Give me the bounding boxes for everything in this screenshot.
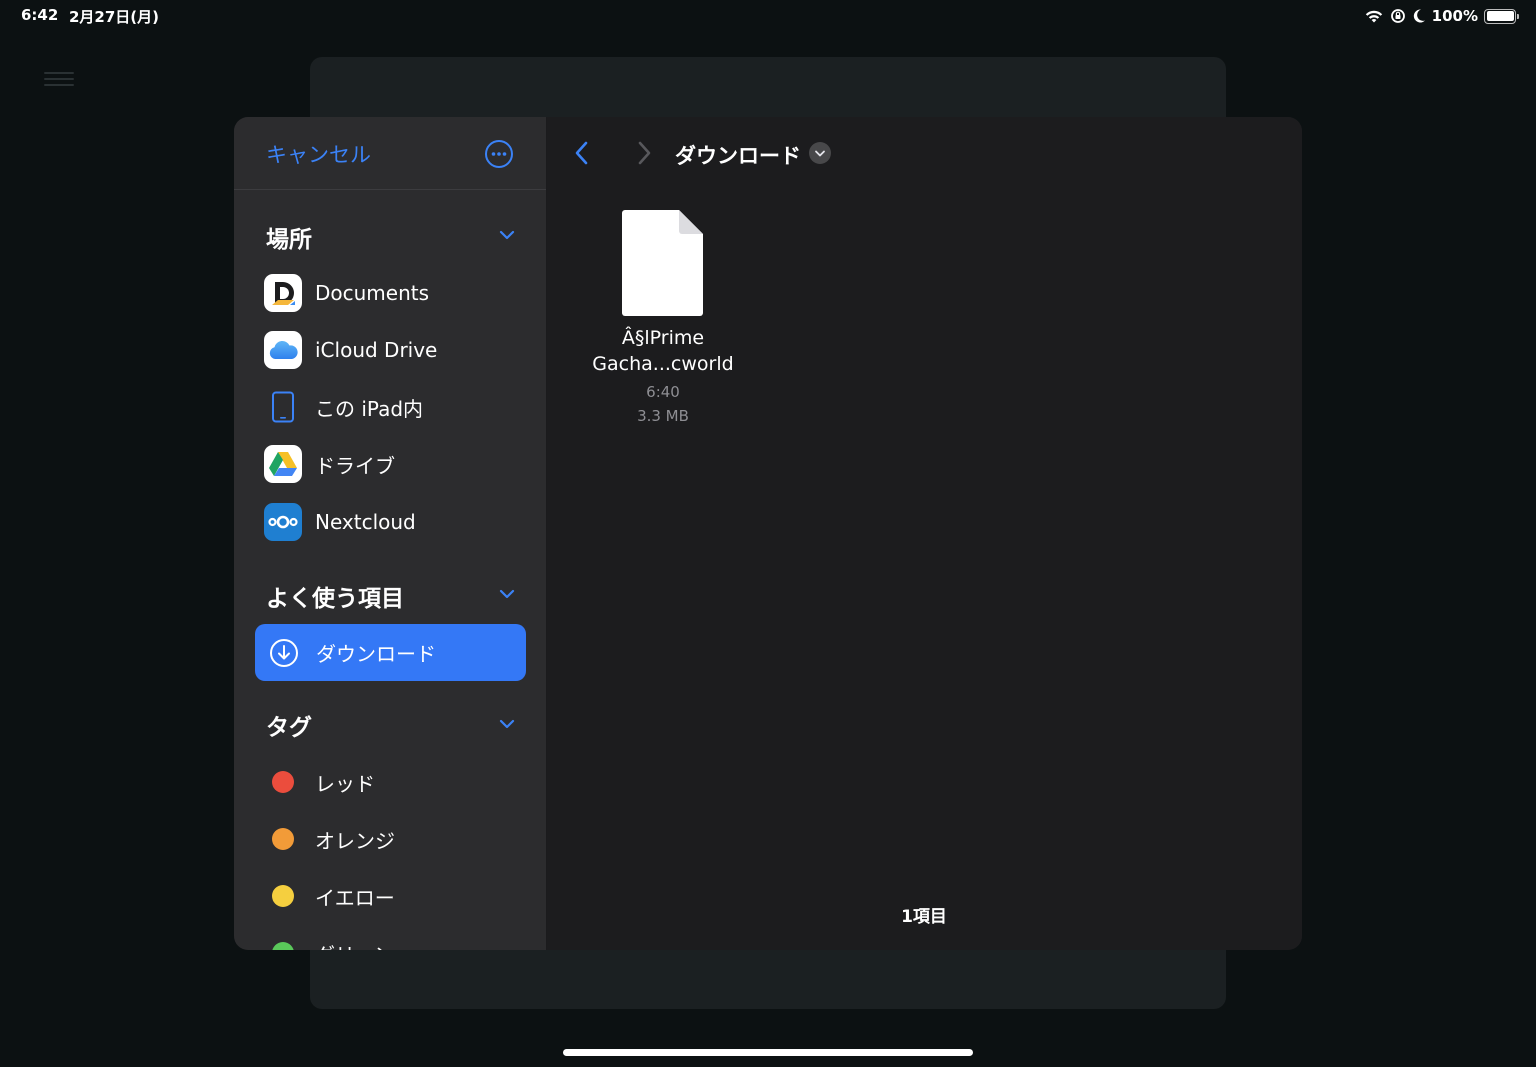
chevron-down-icon (815, 150, 825, 157)
sidebar-item-label: ダウンロード (316, 642, 436, 666)
chevron-down-icon[interactable] (497, 225, 517, 245)
sidebar-tag-green[interactable]: グリーン (272, 933, 394, 950)
battery-icon (1484, 8, 1519, 24)
sidebar-tag-red[interactable]: レッド (272, 762, 375, 802)
home-indicator[interactable] (563, 1049, 973, 1056)
file-name-line-2: Gacha...cworld (592, 353, 734, 375)
tag-color-dot (272, 828, 294, 850)
title-menu-button[interactable] (809, 142, 831, 164)
tag-color-dot (272, 885, 294, 907)
tag-color-dot (272, 771, 294, 793)
moon-icon (1413, 9, 1425, 23)
item-count: 1項目 (901, 907, 947, 927)
tag-label: レッド (315, 771, 375, 796)
sidebar-tag-yellow[interactable]: イエロー (272, 876, 395, 916)
chevron-down-icon[interactable] (497, 714, 517, 734)
forward-chevron-icon[interactable] (635, 139, 653, 167)
file-picker: キャンセル 場所 Documents iCloud Drive この iPad内… (234, 117, 1302, 950)
section-title-tags: タグ (266, 715, 312, 741)
tag-label: グリーン (315, 939, 394, 951)
file-item[interactable]: Â§lPrime Gacha...cworld 6:40 3.3 MB (587, 209, 739, 428)
sidebar-item-label: iCloud Drive (315, 338, 438, 362)
status-time: 6:42 (21, 6, 59, 24)
icloud-icon (264, 331, 302, 369)
back-chevron-icon[interactable] (573, 139, 591, 167)
background-menu-icon (44, 72, 74, 88)
sidebar-item-nextcloud[interactable]: Nextcloud (264, 502, 524, 542)
document-icon (622, 210, 703, 316)
google-drive-icon (264, 445, 302, 483)
chevron-down-icon[interactable] (497, 584, 517, 604)
battery-percent: 100% (1431, 7, 1478, 25)
section-title-locations: 場所 (266, 227, 312, 253)
download-circle-icon (270, 638, 298, 667)
wifi-icon (1365, 10, 1382, 23)
sidebar-item-label: Nextcloud (315, 510, 416, 534)
status-bar: 6:42 2月27日(月) 100% (0, 0, 1536, 32)
sidebar-item-label: ドライブ (315, 453, 395, 478)
documents-app-icon (264, 274, 302, 312)
sidebar: キャンセル 場所 Documents iCloud Drive この iPad内… (234, 117, 547, 950)
ipad-icon (264, 388, 302, 426)
sidebar-item-label: この iPad内 (315, 396, 424, 421)
sidebar-item-icloud-drive[interactable]: iCloud Drive (264, 330, 524, 370)
sidebar-item-documents[interactable]: Documents (264, 273, 524, 313)
file-time: 6:40 (646, 383, 680, 401)
file-name-line-1: Â§lPrime (621, 327, 705, 349)
page-title: ダウンロード (675, 144, 801, 168)
status-indicators: 100% (1364, 5, 1519, 27)
cancel-button[interactable]: キャンセル (266, 139, 371, 169)
tag-label: オレンジ (315, 828, 395, 853)
battery-level-fill (1486, 11, 1514, 21)
sidebar-tag-orange[interactable]: オレンジ (272, 819, 395, 859)
file-name: Â§lPrime Gacha...cworld (587, 325, 739, 377)
sidebar-item-google-drive[interactable]: ドライブ (264, 444, 524, 484)
nextcloud-icon (264, 503, 302, 541)
file-size: 3.3 MB (637, 407, 689, 425)
ellipsis-circle-icon[interactable] (484, 139, 514, 169)
section-title-favorites: よく使う項目 (266, 586, 404, 612)
tag-color-dot (272, 942, 294, 950)
sidebar-item-downloads[interactable]: ダウンロード (255, 624, 526, 681)
tag-label: イエロー (315, 885, 395, 910)
orientation-lock-icon (1390, 9, 1405, 23)
main-content: ダウンロード Â§lPrime Gacha...cworld 6:40 3.3 … (547, 117, 1302, 950)
sidebar-item-label: Documents (315, 281, 430, 305)
sidebar-header: キャンセル (234, 117, 546, 190)
status-date: 2月27日(月) (69, 8, 160, 26)
sidebar-item-this-ipad[interactable]: この iPad内 (264, 387, 524, 427)
